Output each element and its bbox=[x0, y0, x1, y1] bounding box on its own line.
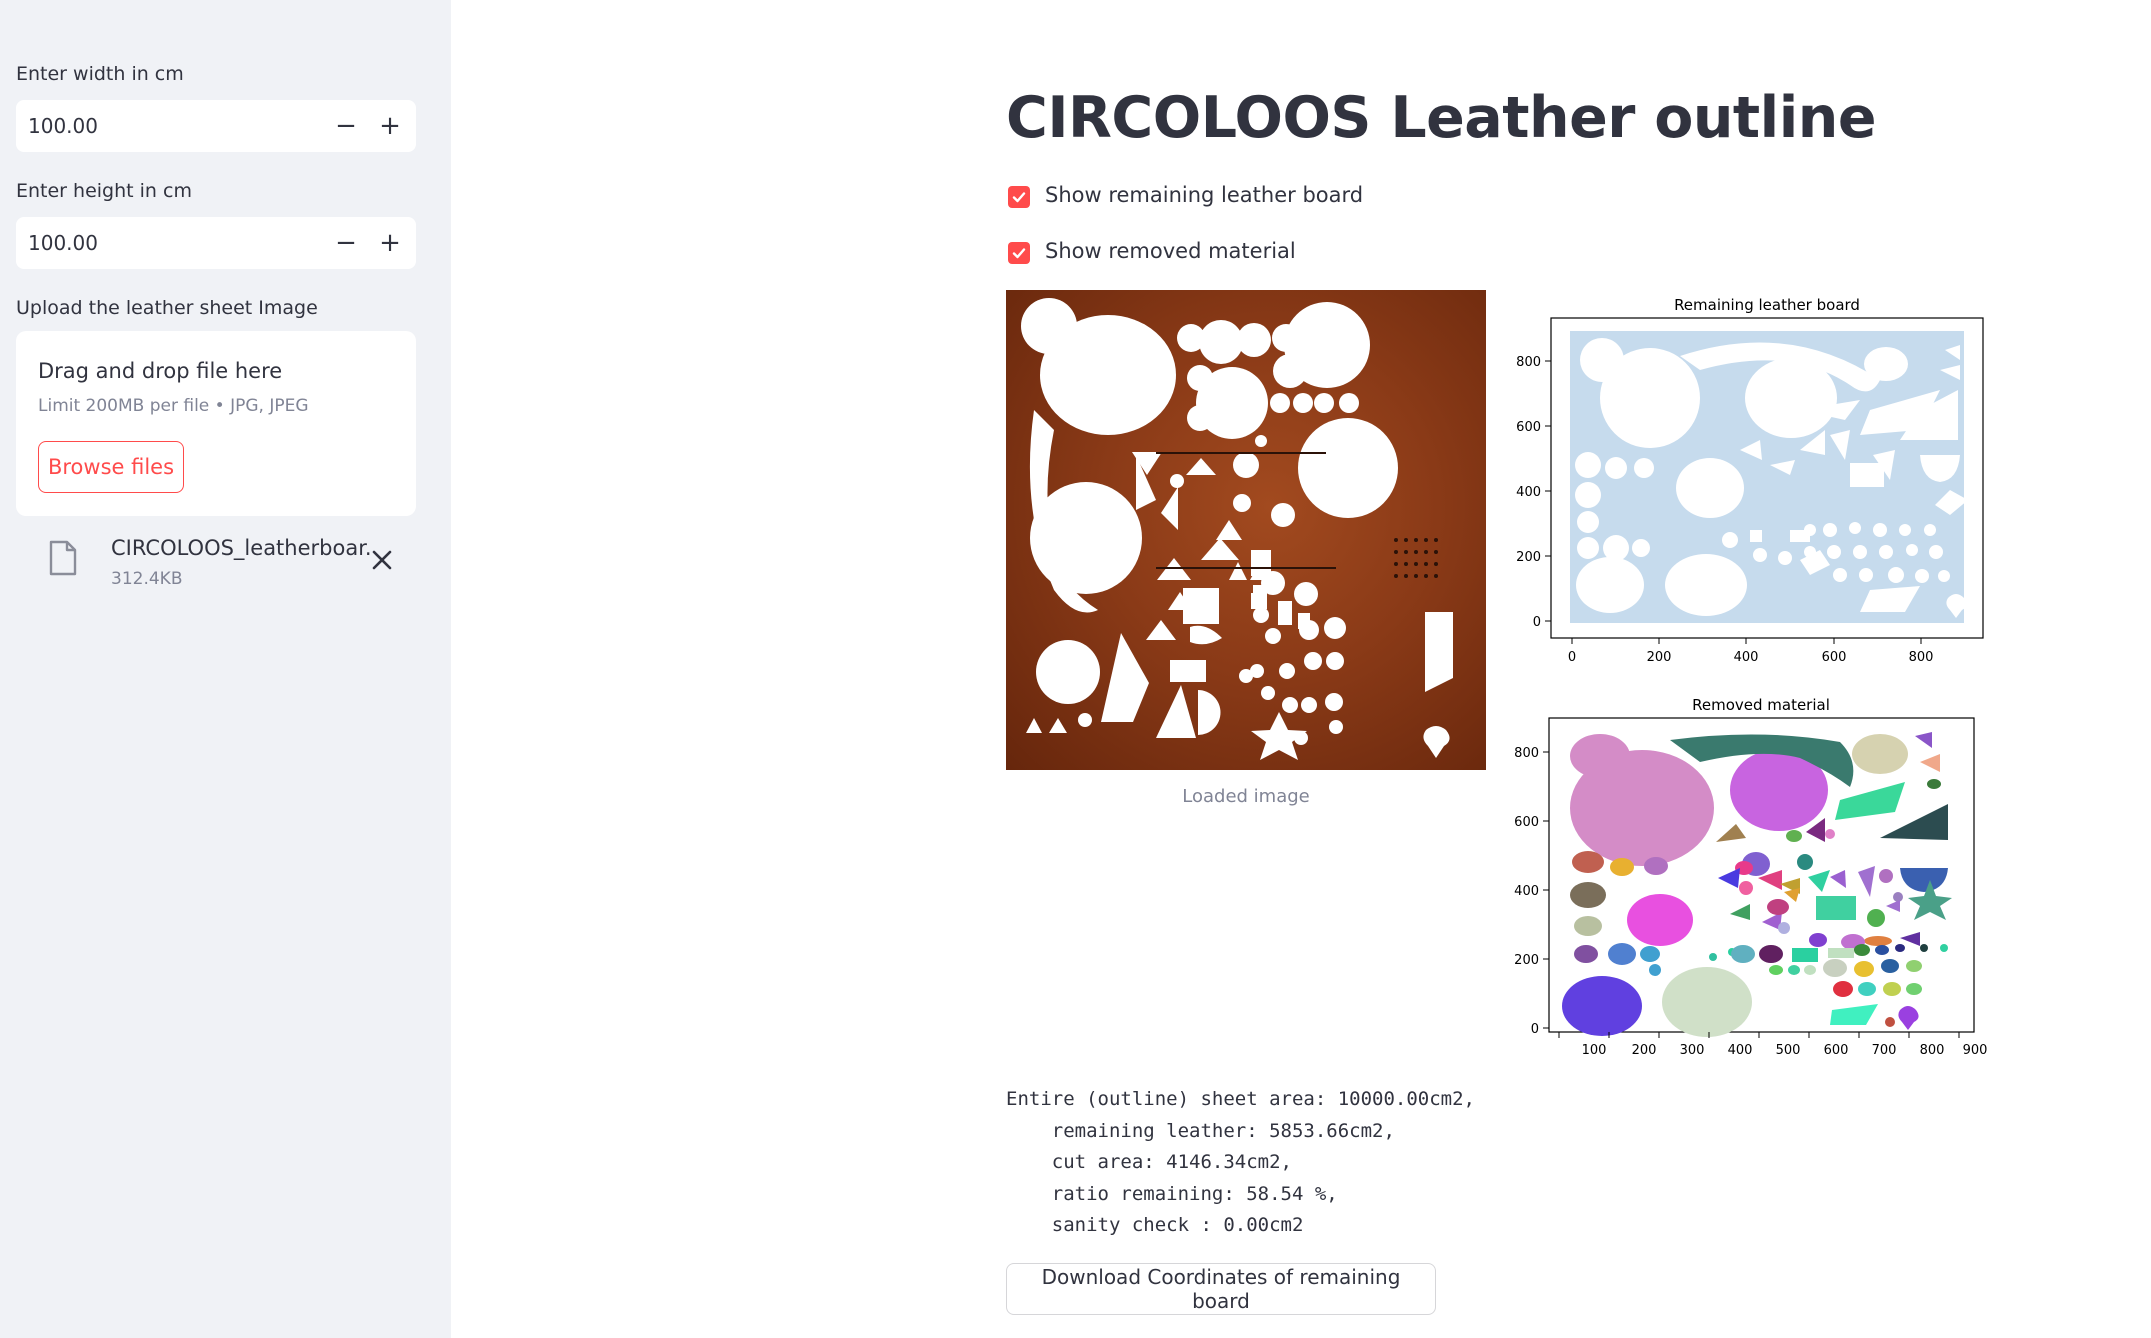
removed-ytick: 200 bbox=[1514, 953, 1539, 968]
remaining-ytick: 0 bbox=[1533, 615, 1541, 630]
show-remaining-checkbox[interactable] bbox=[1008, 186, 1030, 208]
area-statistics: Entire (outline) sheet area: 10000.00cm2… bbox=[1006, 1088, 1475, 1236]
show-remaining-label[interactable]: Show remaining leather board bbox=[1045, 183, 1363, 207]
dropzone-title: Drag and drop file here bbox=[38, 359, 283, 383]
file-dropzone[interactable]: Drag and drop file here Limit 200MB per … bbox=[16, 331, 416, 516]
removed-xtick: 700 bbox=[1872, 1043, 1897, 1058]
remaining-xtick: 800 bbox=[1909, 650, 1934, 665]
removed-ytick: 600 bbox=[1514, 815, 1539, 830]
removed-xtick: 100 bbox=[1582, 1043, 1607, 1058]
browse-files-button[interactable]: Browse files bbox=[38, 441, 184, 493]
removed-xtick: 900 bbox=[1963, 1043, 1988, 1058]
width-increment-button[interactable]: + bbox=[368, 100, 412, 152]
remaining-xtick: 200 bbox=[1647, 650, 1672, 665]
removed-xtick: 200 bbox=[1632, 1043, 1657, 1058]
show-removed-label[interactable]: Show removed material bbox=[1045, 239, 1296, 263]
width-value[interactable]: 100.00 bbox=[28, 114, 98, 138]
remaining-ytick: 800 bbox=[1516, 355, 1541, 370]
removed-plot-title: Removed material bbox=[1692, 696, 1830, 714]
removed-material-plot: Removed material 100 200 300 400 500 600… bbox=[1500, 692, 2000, 1076]
remaining-ytick: 400 bbox=[1516, 485, 1541, 500]
loaded-leather-image bbox=[1006, 290, 1486, 770]
remaining-ytick: 600 bbox=[1516, 420, 1541, 435]
removed-xtick: 300 bbox=[1680, 1043, 1705, 1058]
remaining-xtick: 400 bbox=[1734, 650, 1759, 665]
remaining-ytick: 200 bbox=[1516, 550, 1541, 565]
removed-xtick: 600 bbox=[1824, 1043, 1849, 1058]
remaining-board-plot: Remaining leather board 0 200 400 600 80… bbox=[1500, 290, 2000, 674]
uploaded-file-name: CIRCOLOOS_leatherboar... bbox=[111, 536, 371, 560]
removed-ytick: 400 bbox=[1514, 884, 1539, 899]
removed-xtick: 500 bbox=[1776, 1043, 1801, 1058]
removed-ytick: 0 bbox=[1531, 1022, 1539, 1037]
height-value[interactable]: 100.00 bbox=[28, 231, 98, 255]
image-caption: Loaded image bbox=[1182, 786, 1310, 807]
sidebar: Enter width in cm 100.00 − + Enter heigh… bbox=[0, 0, 451, 1338]
height-label: Enter height in cm bbox=[16, 180, 192, 202]
dropzone-limit: Limit 200MB per file • JPG, JPEG bbox=[38, 396, 309, 416]
page-title: CIRCOLOOS Leather outline bbox=[1006, 85, 1877, 151]
removed-xtick: 800 bbox=[1920, 1043, 1945, 1058]
file-icon bbox=[48, 540, 78, 580]
remove-file-close-icon[interactable] bbox=[368, 546, 396, 574]
width-number-input[interactable]: 100.00 − + bbox=[16, 100, 416, 152]
uploaded-file-size: 312.4KB bbox=[111, 569, 183, 589]
height-decrement-button[interactable]: − bbox=[324, 217, 368, 269]
remaining-xtick: 0 bbox=[1568, 650, 1576, 665]
upload-label: Upload the leather sheet Image bbox=[16, 297, 318, 319]
width-decrement-button[interactable]: − bbox=[324, 100, 368, 152]
height-number-input[interactable]: 100.00 − + bbox=[16, 217, 416, 269]
removed-xtick: 400 bbox=[1728, 1043, 1753, 1058]
remaining-xtick: 600 bbox=[1822, 650, 1847, 665]
height-increment-button[interactable]: + bbox=[368, 217, 412, 269]
width-label: Enter width in cm bbox=[16, 63, 184, 85]
remaining-plot-title: Remaining leather board bbox=[1674, 296, 1860, 314]
show-removed-checkbox[interactable] bbox=[1008, 242, 1030, 264]
removed-ytick: 800 bbox=[1514, 746, 1539, 761]
download-coordinates-button[interactable]: Download Coordinates of remaining board bbox=[1006, 1263, 1436, 1315]
